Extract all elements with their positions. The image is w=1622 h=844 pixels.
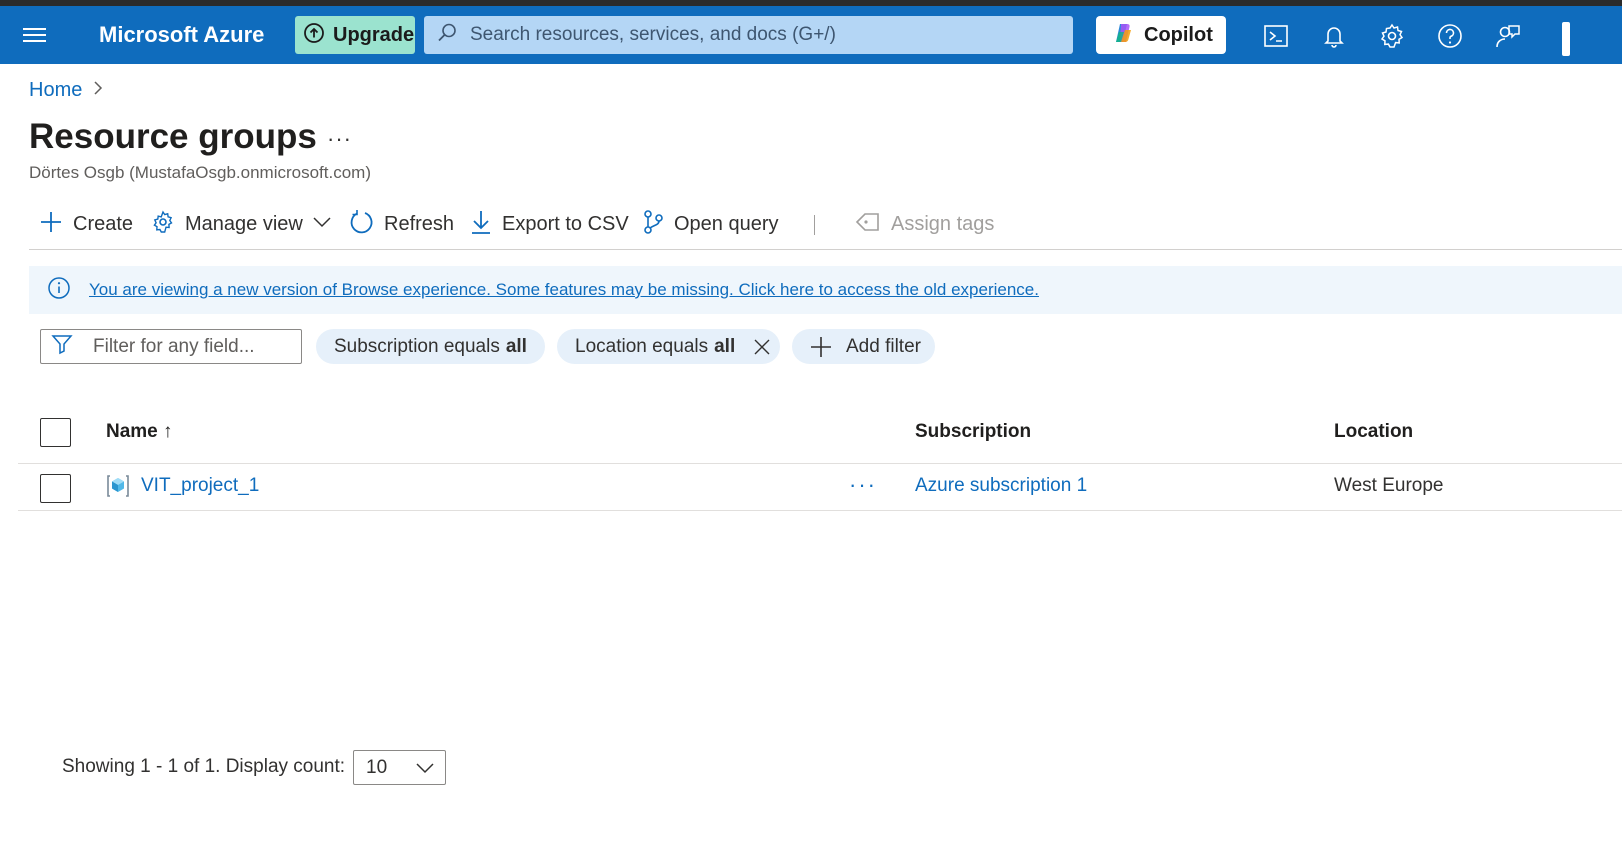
brand-title[interactable]: Microsoft Azure [99, 22, 264, 48]
menu-icon[interactable] [22, 22, 48, 48]
column-header-name[interactable]: Name ↑ [106, 421, 173, 443]
filter-icon [51, 333, 73, 360]
upgrade-icon [303, 22, 325, 49]
global-search-input[interactable] [470, 24, 1050, 46]
location-filter-pill[interactable]: Location equals all [557, 329, 780, 364]
display-count-dropdown[interactable]: 10 [353, 750, 446, 785]
plus-icon [39, 210, 63, 239]
subscription-filter-value: all [505, 335, 527, 357]
page-subtitle: Dörtes Osgb (MustafaOsgb.onmicrosoft.com… [29, 163, 372, 182]
copilot-label: Copilot [1144, 23, 1213, 46]
query-branch-icon [642, 209, 664, 240]
breadcrumb-home-link[interactable]: Home [29, 79, 82, 102]
header-divider [18, 463, 1622, 464]
open-query-label: Open query [674, 212, 779, 235]
cloud-shell-icon[interactable] [1262, 22, 1290, 50]
gear-icon [151, 209, 175, 239]
column-header-location[interactable]: Location [1334, 421, 1413, 443]
manage-view-label: Manage view [185, 212, 303, 235]
add-filter-button[interactable]: Add filter [792, 329, 935, 364]
resource-group-link[interactable]: VIT_project_1 [141, 475, 259, 497]
info-icon [47, 276, 71, 305]
open-query-button[interactable]: Open query [642, 205, 779, 243]
subscription-filter-prefix: Subscription equals [334, 335, 500, 357]
breadcrumb: Home [29, 79, 104, 102]
pagination-summary: Showing 1 - 1 of 1. Display count: [62, 756, 346, 777]
feedback-icon[interactable] [1494, 22, 1522, 50]
help-icon[interactable] [1436, 22, 1464, 50]
row-checkbox[interactable] [40, 474, 71, 503]
create-button[interactable]: Create [39, 205, 133, 243]
notifications-icon[interactable] [1320, 22, 1348, 50]
close-icon[interactable] [753, 338, 771, 356]
refresh-icon [348, 209, 374, 240]
old-experience-link[interactable]: You are viewing a new version of Browse … [89, 280, 1039, 300]
resource-group-icon [106, 474, 130, 503]
copilot-icon [1112, 21, 1136, 50]
refresh-button[interactable]: Refresh [348, 205, 454, 243]
page-title: Resource groups [29, 117, 317, 156]
top-navigation-bar: Microsoft Azure Upgrade Copilot [0, 6, 1622, 64]
assign-tags-label: Assign tags [891, 212, 995, 235]
refresh-label: Refresh [384, 212, 455, 235]
plus-icon [810, 336, 832, 358]
manage-view-button[interactable]: Manage view [151, 205, 331, 243]
filter-field[interactable] [40, 329, 302, 364]
search-icon [436, 22, 458, 49]
upgrade-label: Upgrade [333, 23, 415, 46]
toolbar-separator [814, 215, 815, 235]
info-banner: You are viewing a new version of Browse … [29, 266, 1622, 314]
chevron-right-icon [92, 81, 104, 100]
chevron-down-icon [415, 759, 435, 782]
create-label: Create [73, 212, 134, 235]
tag-icon [855, 211, 881, 238]
upgrade-button[interactable]: Upgrade [295, 16, 415, 54]
location-filter-prefix: Location equals [575, 335, 709, 357]
select-all-checkbox[interactable] [40, 418, 71, 447]
subscription-filter-pill[interactable]: Subscription equals all [316, 329, 545, 364]
chevron-down-icon [313, 215, 331, 233]
more-actions-button[interactable]: ··· [327, 126, 352, 152]
add-filter-label: Add filter [846, 335, 921, 357]
export-csv-label: Export to CSV [502, 212, 629, 235]
location-filter-value: all [714, 335, 736, 357]
filter-input[interactable] [93, 335, 293, 358]
toolbar-divider [29, 249, 1622, 250]
row-more-button[interactable]: ··· [849, 472, 877, 498]
display-count-value: 10 [366, 756, 388, 778]
export-csv-button[interactable]: Export to CSV [470, 205, 629, 243]
column-header-subscription[interactable]: Subscription [915, 421, 1031, 443]
settings-icon[interactable] [1378, 22, 1406, 50]
copilot-button[interactable]: Copilot [1096, 16, 1226, 54]
assign-tags-button[interactable]: Assign tags [855, 205, 994, 243]
download-icon [470, 209, 492, 240]
location-cell: West Europe [1334, 475, 1444, 496]
subscription-link[interactable]: Azure subscription 1 [915, 475, 1087, 497]
row-divider [18, 510, 1622, 511]
portal-menu-edge[interactable] [1562, 22, 1570, 56]
global-search-box[interactable] [424, 16, 1073, 54]
